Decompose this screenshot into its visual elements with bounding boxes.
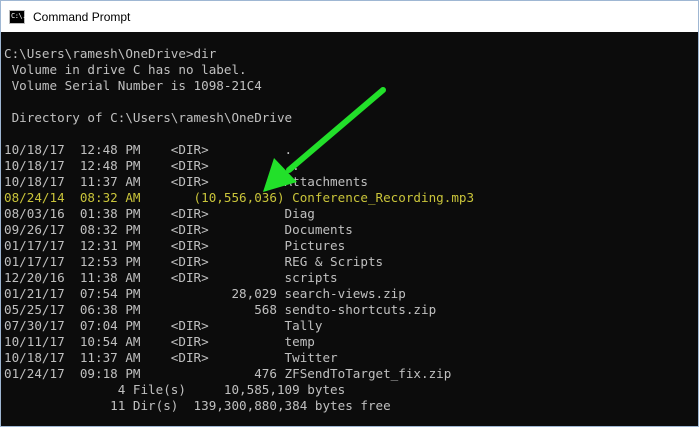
green-arrow-icon [263, 87, 386, 192]
icon-glyph: C:\. [11, 11, 26, 20]
command-prompt-icon[interactable]: C:\. [9, 9, 26, 24]
console-output[interactable]: C:\Users\ramesh\OneDrive>dir Volume in d… [1, 32, 698, 426]
title-bar[interactable]: C:\. Command Prompt [1, 1, 698, 32]
window-title: Command Prompt [33, 9, 131, 24]
command-prompt-window: C:\. Command Prompt C:\Users\ramesh\OneD… [0, 0, 699, 427]
